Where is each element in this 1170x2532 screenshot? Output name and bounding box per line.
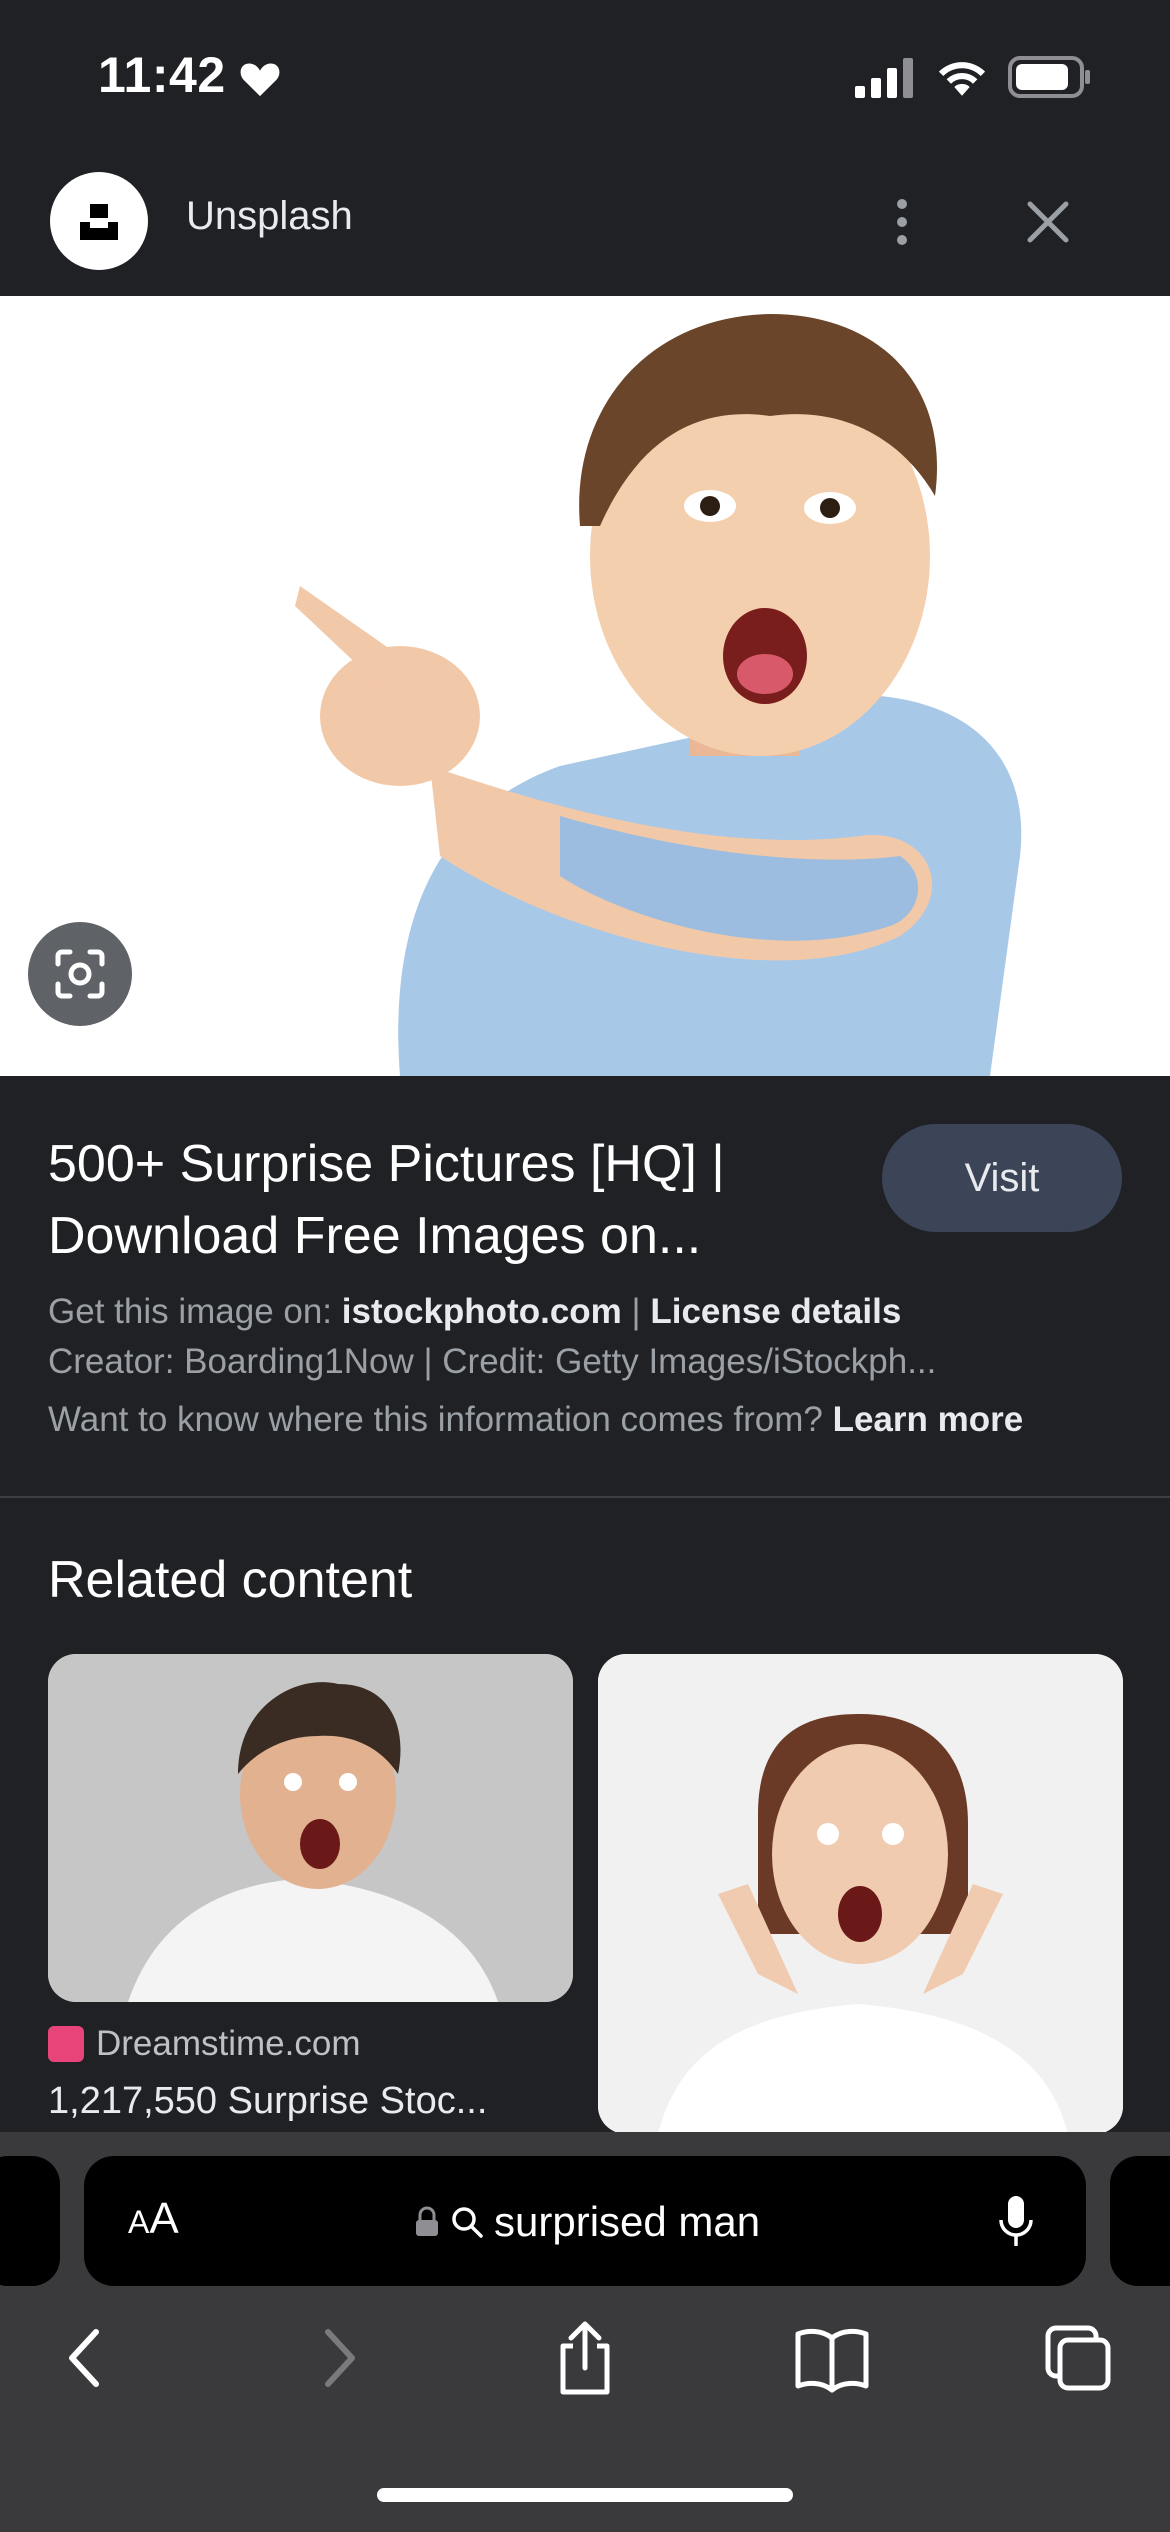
info-question: Want to know where this information come…: [48, 1400, 833, 1439]
page-settings-button[interactable]: AA: [128, 2194, 179, 2244]
source-header: Unsplash: [0, 150, 1170, 296]
heart-icon: [240, 63, 280, 97]
close-icon[interactable]: [1020, 194, 1076, 250]
next-tab-peek[interactable]: [1110, 2156, 1170, 2286]
status-time: 11:42: [98, 47, 226, 103]
status-bar: 11:42: [0, 0, 1170, 150]
back-icon[interactable]: [48, 2318, 124, 2398]
related-card-woman[interactable]: [598, 1654, 1123, 2134]
related-content-heading: Related content: [48, 1551, 413, 1609]
browser-toolbar: AA surprised man: [0, 2132, 1170, 2532]
source-prefix: Get this image on:: [48, 1292, 342, 1331]
forward-icon[interactable]: [300, 2318, 376, 2398]
divider: [0, 1496, 1170, 1498]
creator-line: Creator: Boarding1Now | Credit: Getty Im…: [48, 1342, 937, 1381]
aa-large: A: [149, 2194, 179, 2243]
previous-tab-peek[interactable]: [0, 2156, 60, 2286]
lens-search-button[interactable]: [28, 922, 132, 1026]
wifi-icon: [938, 62, 986, 96]
bookmarks-icon[interactable]: [794, 2318, 870, 2398]
unsplash-logo-icon: [80, 204, 118, 240]
result-title[interactable]: 500+ Surprise Pictures [HQ] | Download F…: [48, 1128, 848, 1272]
separator: |: [621, 1292, 651, 1331]
url-display[interactable]: surprised man: [414, 2198, 760, 2246]
home-indicator[interactable]: [377, 2488, 793, 2502]
aa-small: A: [128, 2204, 150, 2240]
surprised-man-thumbnail: [48, 1654, 573, 2002]
result-image[interactable]: [0, 296, 1170, 1076]
surprised-boy-photo: [295, 314, 1022, 1076]
info-line: Want to know where this information come…: [48, 1400, 1023, 1440]
related-source: Dreamstime.com: [48, 2024, 360, 2064]
more-options-icon[interactable]: [880, 190, 924, 254]
microphone-icon[interactable]: [996, 2192, 1036, 2252]
learn-more-link[interactable]: Learn more: [833, 1400, 1024, 1439]
dreamstime-icon: [48, 2026, 84, 2062]
cellular-signal-icon: [855, 58, 913, 98]
tabs-icon[interactable]: [1040, 2318, 1116, 2398]
related-card-dreamstime[interactable]: [48, 1654, 573, 2002]
surprised-woman-thumbnail: [598, 1654, 1123, 2134]
url-query-text: surprised man: [494, 2198, 761, 2245]
license-details-link[interactable]: License details: [650, 1292, 901, 1331]
address-bar[interactable]: AA surprised man: [84, 2156, 1086, 2286]
unsplash-logo[interactable]: [50, 172, 148, 270]
card-caption[interactable]: 1,217,550 Surprise Stoc...: [48, 2080, 487, 2123]
visit-button[interactable]: Visit: [882, 1124, 1122, 1232]
source-name: Dreamstime.com: [96, 2024, 361, 2063]
source-line: Get this image on: istockphoto.com | Lic…: [48, 1292, 901, 1332]
site-title: Unsplash: [186, 194, 353, 238]
lock-icon: [416, 2206, 438, 2236]
result-info: 500+ Surprise Pictures [HQ] | Download F…: [0, 1076, 1170, 1496]
source-domain-link[interactable]: istockphoto.com: [342, 1292, 622, 1331]
lens-icon: [55, 949, 105, 999]
share-icon[interactable]: [547, 2318, 623, 2398]
battery-icon: [1008, 56, 1090, 98]
search-icon: [452, 2207, 483, 2238]
